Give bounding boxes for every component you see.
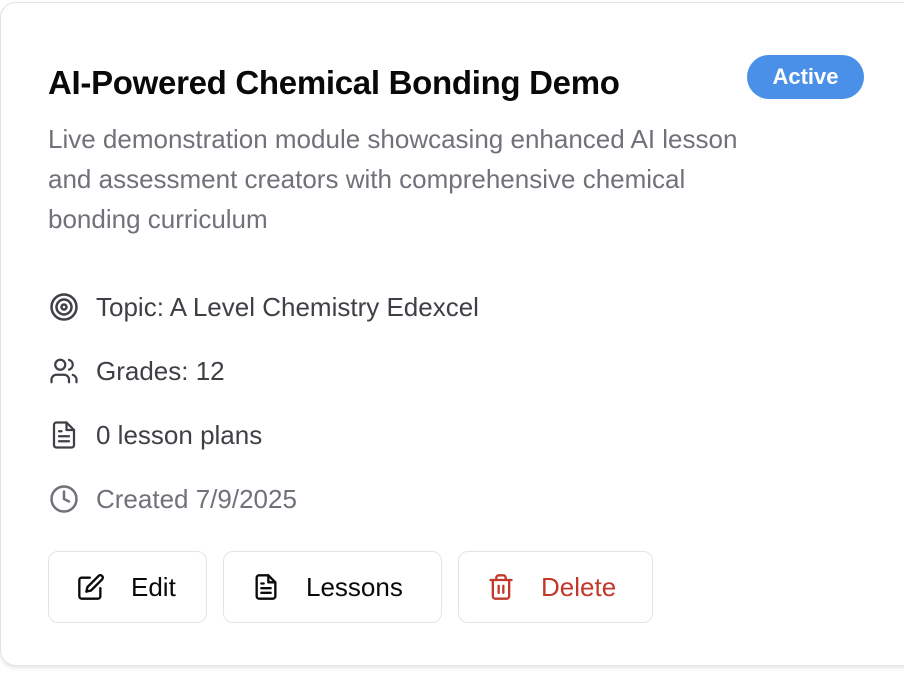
edit-icon bbox=[77, 573, 105, 601]
topic-text: Topic: A Level Chemistry Edexcel bbox=[96, 291, 479, 322]
lesson-plans-text: 0 lesson plans bbox=[96, 419, 263, 450]
created-row: Created 7/9/2025 bbox=[48, 479, 297, 519]
delete-label: Delete bbox=[541, 571, 617, 602]
lessons-label: Lessons bbox=[306, 571, 403, 602]
clock-icon bbox=[48, 483, 80, 515]
created-text: Created 7/9/2025 bbox=[96, 483, 297, 514]
edit-label: Edit bbox=[131, 571, 176, 602]
target-icon bbox=[48, 291, 80, 323]
grades-row: Grades: 12 bbox=[48, 351, 225, 391]
module-card: AI-Powered Chemical Bonding Demo Active … bbox=[0, 2, 904, 666]
lesson-plans-row: 0 lesson plans bbox=[48, 415, 262, 455]
card-title: AI-Powered Chemical Bonding Demo bbox=[48, 64, 620, 101]
lessons-button[interactable]: Lessons bbox=[223, 551, 442, 623]
users-icon bbox=[48, 355, 80, 387]
delete-button[interactable]: Delete bbox=[458, 551, 653, 623]
trash-icon bbox=[487, 573, 515, 601]
status-badge: Active bbox=[747, 55, 864, 99]
file-text-icon bbox=[252, 573, 280, 601]
file-text-icon bbox=[48, 419, 80, 451]
edit-button[interactable]: Edit bbox=[48, 551, 207, 623]
grades-text: Grades: 12 bbox=[96, 355, 225, 386]
card-description: Live demonstration module showcasing enh… bbox=[48, 124, 738, 234]
topic-row: Topic: A Level Chemistry Edexcel bbox=[48, 287, 479, 327]
